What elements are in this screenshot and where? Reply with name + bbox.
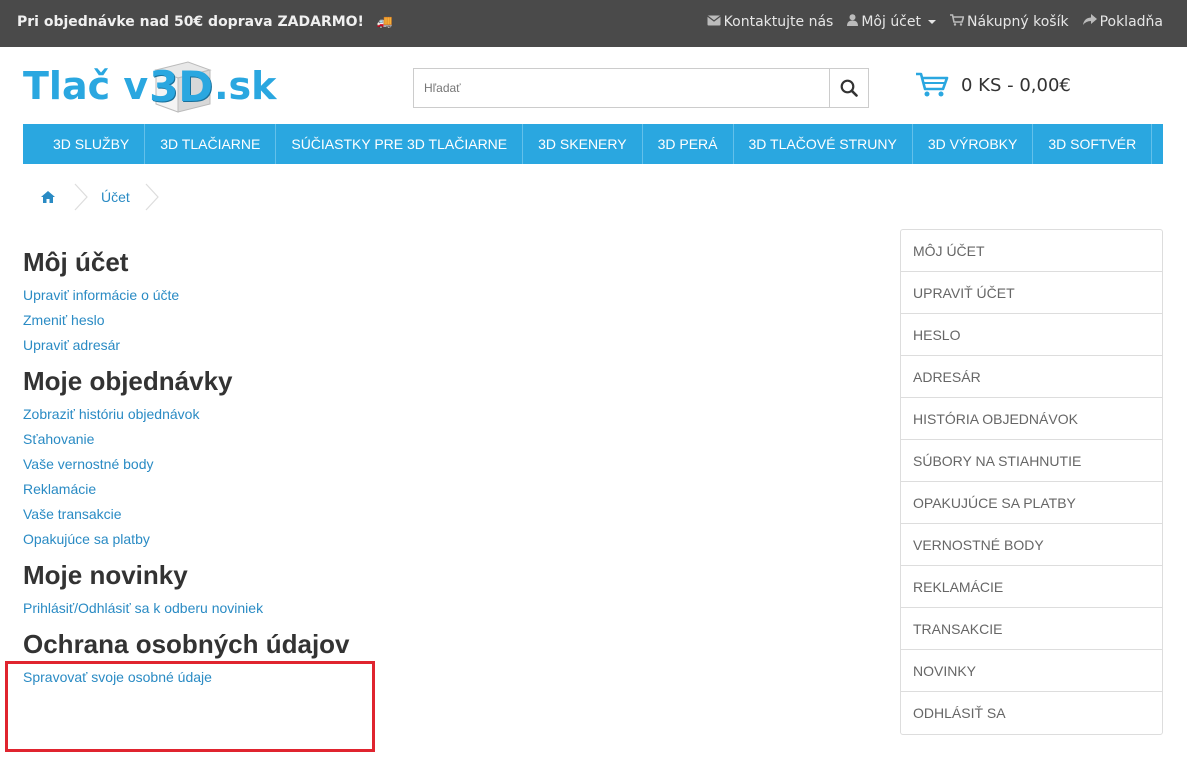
breadcrumb-separator [74,183,88,211]
list-item: Upraviť informácie o účte [23,283,723,308]
link-edit-account-info[interactable]: Upraviť informácie o účte [23,287,179,303]
sidebar-item-reward-points[interactable]: VERNOSTNÉ BODY [901,524,1162,566]
sidebar-item-newsletter[interactable]: NOVINKY [901,650,1162,692]
link-recurring-payments[interactable]: Opakujúce sa platby [23,531,150,547]
sidebar-item-returns[interactable]: REKLAMÁCIE [901,566,1162,608]
cart-link[interactable]: Nákupný košík [950,14,1069,30]
search-input[interactable] [414,69,829,107]
top-links: Kontaktujte nás Môj účet Nákupný košík P… [706,14,1163,30]
link-returns[interactable]: Reklamácie [23,481,96,497]
link-reward-points[interactable]: Vaše vernostné body [23,456,154,472]
account-sidebar: MÔJ ÚČET UPRAVIŤ ÚČET HESLO ADRESÁR HIST… [900,229,1163,735]
nav-item-3d-vyrobky[interactable]: 3D VÝROBKY [913,124,1034,164]
sidebar-item-password[interactable]: HESLO [901,314,1162,356]
breadcrumb-separator [145,183,159,211]
link-list: Zobraziť históriu objednávok Sťahovanie … [23,402,723,552]
nav-item-suciastky[interactable]: SÚČIASTKY PRE 3D TLAČIARNE [276,124,524,164]
envelope-icon [706,15,721,30]
caret-down-icon [928,20,936,24]
sidebar-item-address-book[interactable]: ADRESÁR [901,356,1162,398]
link-newsletter-subscribe[interactable]: Prihlásiť/Odhlásiť sa k odberu noviniek [23,600,263,616]
logo-text-3d: 3D [149,61,214,111]
promo-banner: Pri objednávke nad 50€ doprava ZADARMO! … [17,14,393,30]
link-downloads[interactable]: Sťahovanie [23,431,94,447]
sidebar-item-recurring-payments[interactable]: OPAKUJÚCE SA PLATBY [901,482,1162,524]
link-edit-address-book[interactable]: Upraviť adresár [23,337,120,353]
top-bar: Pri objednávke nad 50€ doprava ZADARMO! … [0,0,1187,47]
promo-text: Pri objednávke nad 50€ doprava ZADARMO! [17,14,364,30]
breadcrumb-home[interactable] [23,191,73,203]
sidebar-item-logout[interactable]: ODHLÁSIŤ SA [901,692,1162,734]
sidebar-item-edit-account[interactable]: UPRAVIŤ ÚČET [901,272,1162,314]
account-dropdown[interactable]: Môj účet [847,14,936,30]
logo-text-pre: Tlač v [23,64,149,108]
list-item: Opakujúce sa platby [23,527,723,552]
account-label: Môj účet [861,14,921,30]
cart-summary-text: 0 KS - 0,00€ [961,74,1071,96]
nav-item-3d-softver[interactable]: 3D SOFTVÉR [1033,124,1153,164]
main-nav: 3D SLUŽBY 3D TLAČIARNE SÚČIASTKY PRE 3D … [23,124,1163,164]
list-item: Vaše transakcie [23,502,723,527]
list-item: Zobraziť históriu objednávok [23,402,723,427]
list-item: Zmeniť heslo [23,308,723,333]
cart-label: Nákupný košík [967,14,1069,30]
sidebar-item-downloads[interactable]: SÚBORY NA STIAHNUTIE [901,440,1162,482]
sidebar-item-my-account[interactable]: MÔJ ÚČET [901,230,1162,272]
logo-text-post: .sk [214,64,277,108]
account-content: Môj účet Upraviť informácie o účte Zmeni… [23,245,723,696]
nav-item-3d-sluzby[interactable]: 3D SLUŽBY [23,124,146,164]
breadcrumb: Účet [23,182,162,212]
section-my-orders: Moje objednávky Zobraziť históriu objedn… [23,364,723,552]
list-item: Reklamácie [23,477,723,502]
link-order-history[interactable]: Zobraziť históriu objednávok [23,406,199,422]
section-title: Ochrana osobných údajov [23,629,350,659]
site-logo[interactable]: Tlač v 3D .sk [23,58,276,114]
search-icon [840,79,858,97]
section-my-account: Môj účet Upraviť informácie o účte Zmeni… [23,245,723,358]
section-title: Môj účet [23,247,129,277]
user-icon [847,14,859,30]
truck-icon: 🚚 [376,15,394,30]
link-transactions[interactable]: Vaše transakcie [23,506,122,522]
breadcrumb-item-ucet[interactable]: Účet [91,189,144,205]
search-bar [413,68,869,108]
nav-item-3d-tlacove-struny[interactable]: 3D TLAČOVÉ STRUNY [734,124,913,164]
list-item: Upraviť adresár [23,333,723,358]
list-item: Sťahovanie [23,427,723,452]
link-change-password[interactable]: Zmeniť heslo [23,312,105,328]
highlight-box [5,661,375,752]
section-title: Moje objednávky [23,366,233,396]
checkout-link[interactable]: Pokladňa [1082,14,1163,30]
link-list: Prihlásiť/Odhlásiť sa k odberu noviniek [23,596,723,621]
sidebar-item-transactions[interactable]: TRANSAKCIE [901,608,1162,650]
sidebar-item-order-history[interactable]: HISTÓRIA OBJEDNÁVOK [901,398,1162,440]
nav-item-3d-pera[interactable]: 3D PERÁ [643,124,734,164]
nav-item-3d-tlaciarne[interactable]: 3D TLAČIARNE [145,124,277,164]
shopping-cart-icon [950,14,965,30]
link-list: Upraviť informácie o účte Zmeniť heslo U… [23,283,723,358]
section-my-newsletter: Moje novinky Prihlásiť/Odhlásiť sa k odb… [23,558,723,621]
logo-cube: 3D [148,58,214,114]
cart-icon [916,72,949,97]
list-item: Vaše vernostné body [23,452,723,477]
contact-link[interactable]: Kontaktujte nás [706,14,834,30]
list-item: Prihlásiť/Odhlásiť sa k odberu noviniek [23,596,723,621]
nav-item-3d-skenery[interactable]: 3D SKENERY [523,124,643,164]
section-title: Moje novinky [23,560,188,590]
contact-label: Kontaktujte nás [723,14,834,30]
checkout-label: Pokladňa [1099,14,1163,30]
home-icon [41,191,55,203]
search-button[interactable] [829,69,868,107]
share-arrow-icon [1082,14,1097,30]
cart-summary-button[interactable]: 0 KS - 0,00€ [915,70,1071,100]
